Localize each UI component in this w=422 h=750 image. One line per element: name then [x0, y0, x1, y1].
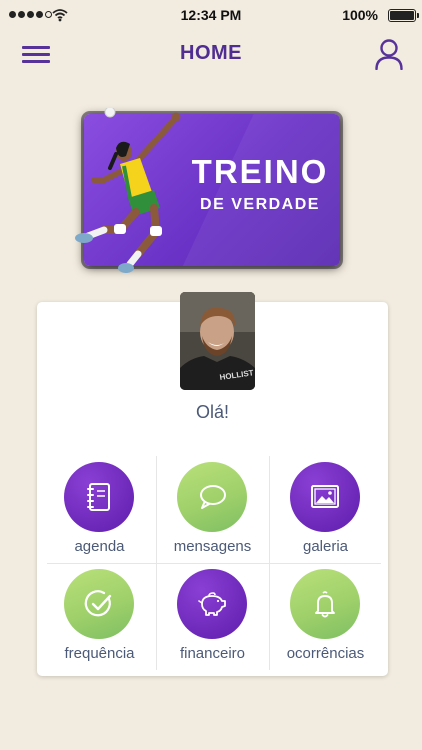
menu-label: galeria [302, 538, 349, 555]
user-profile-icon[interactable] [374, 38, 404, 70]
greeting-text: Olá! [195, 402, 229, 422]
bell-icon [315, 591, 335, 618]
menu-label: mensagens [173, 538, 252, 555]
agenda-button[interactable] [64, 462, 134, 532]
chat-bubble-icon [200, 485, 226, 509]
menu-tile-financeiro[interactable]: financeiro [156, 563, 269, 670]
piggy-bank-icon [198, 592, 226, 616]
image-gallery-icon [311, 485, 339, 508]
page-title: HOME [180, 42, 242, 64]
frequencia-button[interactable] [64, 569, 134, 639]
avatar-photo: HOLLIST [180, 292, 255, 390]
menu-tile-mensagens[interactable]: mensagens [156, 456, 269, 563]
avatar[interactable]: HOLLIST [180, 292, 255, 390]
volleyball-player-illustration [75, 108, 181, 273]
menu-tile-agenda[interactable]: agenda [43, 456, 156, 563]
menu-tile-ocorrencias[interactable]: ocorrências [269, 563, 382, 670]
menu-label: frequência [64, 645, 135, 662]
menu-tile-frequencia[interactable]: frequência [43, 563, 156, 670]
galeria-button[interactable] [290, 462, 360, 532]
financeiro-button[interactable] [177, 569, 247, 639]
menu-label: ocorrências [286, 645, 365, 662]
status-bar: 12:34 PM 100% [0, 0, 422, 30]
ocorrencias-button[interactable] [290, 569, 360, 639]
app-header: HOME [0, 30, 422, 78]
mensagens-button[interactable] [177, 462, 247, 532]
feature-menu-grid: agenda mensagens galeria frequência fina… [43, 456, 382, 670]
promo-banner[interactable]: TREINO DE VERDADE [75, 108, 344, 273]
menu-label: agenda [74, 538, 125, 555]
menu-label: financeiro [179, 645, 246, 662]
check-circle-icon [84, 590, 112, 617]
menu-tile-galeria[interactable]: galeria [269, 456, 382, 563]
notebook-icon [87, 483, 110, 511]
battery-icon [388, 9, 419, 22]
battery-percentage: 100% [342, 7, 378, 23]
profile-card: HOLLIST Olá! agenda mensagens galeria fr… [37, 292, 388, 676]
